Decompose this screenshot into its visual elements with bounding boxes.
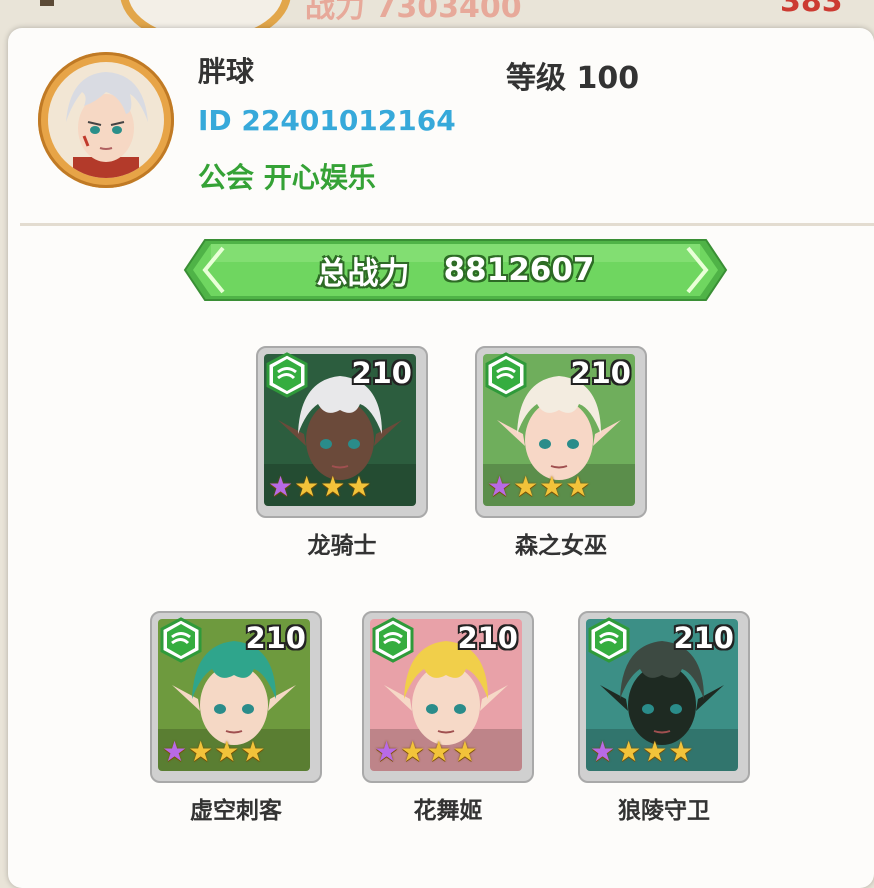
total-power-label: 总战力 xyxy=(316,255,410,292)
hero-name: 狼陵守卫 xyxy=(618,798,710,824)
star-icon: ★ xyxy=(240,735,266,768)
star-rating: ★ ★ ★ ★ xyxy=(268,473,371,501)
hero-level: 210 xyxy=(351,356,412,390)
star-rating: ★ ★ ★ ★ xyxy=(487,473,590,501)
star-rating: ★ ★ ★ ★ xyxy=(374,738,477,766)
player-level: 等级 100 xyxy=(506,61,640,96)
star-icon: ★ xyxy=(320,470,346,503)
scroll-icon xyxy=(40,0,54,6)
hero-name: 龙骑士 xyxy=(307,533,377,559)
player-id: ID 22401012164 xyxy=(198,104,456,137)
wind-element-icon xyxy=(588,617,630,663)
hero-level: 210 xyxy=(570,356,631,390)
total-power-banner: 总战力 8812607 xyxy=(183,238,728,302)
star-icon: ★ xyxy=(400,735,426,768)
white-haired-hero-avatar-icon xyxy=(48,62,164,178)
player-info-popup[interactable]: 胖球 等级 100 ID 22401012164 公会 开心娱乐 总战力 881… xyxy=(8,28,874,888)
player-avatar[interactable] xyxy=(38,52,174,188)
star-icon: ★ xyxy=(642,735,668,768)
star-rating: ★ ★ ★ ★ xyxy=(590,738,693,766)
rainbow-star-icon: ★ xyxy=(374,735,400,768)
rainbow-star-icon: ★ xyxy=(487,470,513,503)
player-guild: 公会 开心娱乐 xyxy=(198,161,376,194)
wind-element-icon xyxy=(485,352,527,398)
rainbow-star-icon: ★ xyxy=(162,735,188,768)
star-icon: ★ xyxy=(346,470,372,503)
star-icon: ★ xyxy=(616,735,642,768)
background-power-text: 战力 7303400 xyxy=(305,0,522,25)
hero-level: 210 xyxy=(673,621,734,655)
divider xyxy=(20,223,874,226)
wind-element-icon xyxy=(160,617,202,663)
star-icon: ★ xyxy=(565,470,591,503)
star-icon: ★ xyxy=(188,735,214,768)
star-icon: ★ xyxy=(539,470,565,503)
hero-level: 210 xyxy=(457,621,518,655)
rainbow-star-icon: ★ xyxy=(268,470,294,503)
hero-name: 花舞姬 xyxy=(413,798,483,824)
star-rating: ★ ★ ★ ★ xyxy=(162,738,265,766)
star-icon: ★ xyxy=(668,735,694,768)
star-icon: ★ xyxy=(294,470,320,503)
rainbow-star-icon: ★ xyxy=(590,735,616,768)
star-icon: ★ xyxy=(426,735,452,768)
hero-name: 虚空刺客 xyxy=(190,798,282,824)
player-name: 胖球 xyxy=(198,55,255,88)
background-score-text: 383 xyxy=(780,0,843,19)
star-icon: ★ xyxy=(513,470,539,503)
star-icon: ★ xyxy=(214,735,240,768)
hero-level: 210 xyxy=(245,621,306,655)
hero-name: 森之女巫 xyxy=(515,533,607,559)
total-power-value: 8812607 xyxy=(443,252,595,288)
wind-element-icon xyxy=(372,617,414,663)
star-icon: ★ xyxy=(452,735,478,768)
wind-element-icon xyxy=(266,352,308,398)
